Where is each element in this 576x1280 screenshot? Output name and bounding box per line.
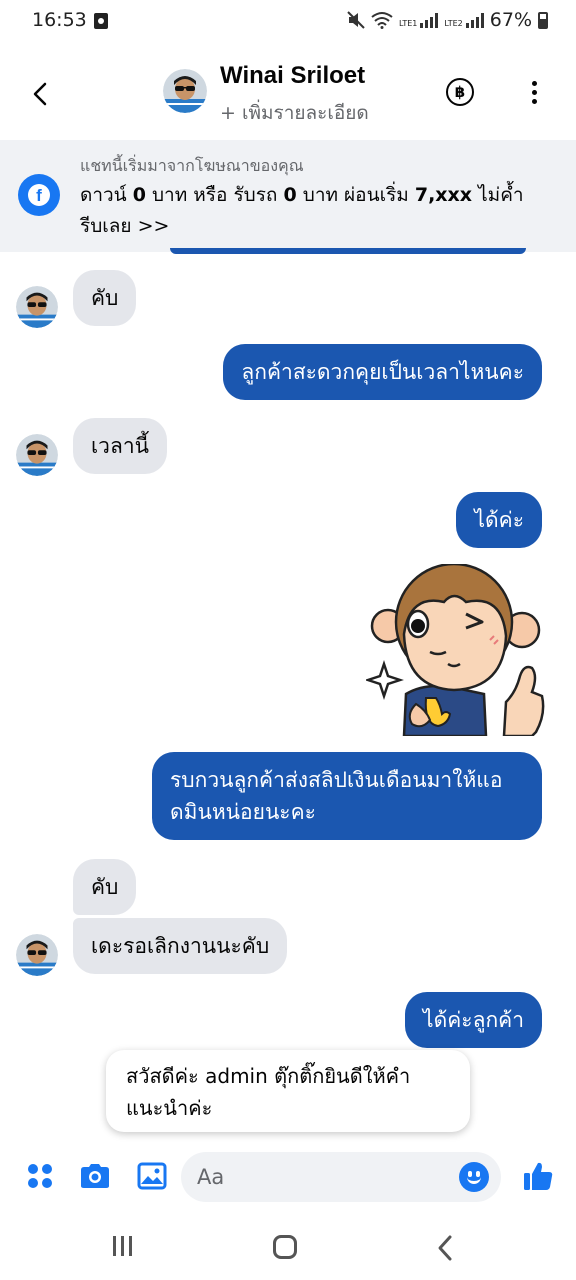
baht-icon[interactable]: ฿ (446, 78, 474, 106)
add-details-link[interactable]: + เพิ่มรายละเอียด (220, 98, 369, 128)
battery-percent: 67% (489, 9, 532, 31)
previous-message-edge (170, 248, 526, 254)
message-input-box[interactable] (181, 1152, 501, 1202)
nav-back-icon[interactable] (436, 1234, 454, 1262)
more-vertical-icon[interactable] (520, 78, 548, 106)
signal-icon (420, 12, 439, 28)
contact-name[interactable]: Winai Sriloet (220, 62, 365, 90)
system-nav-bar (0, 1212, 576, 1280)
gallery-icon[interactable] (136, 1160, 168, 1192)
baht-symbol: ฿ (454, 83, 466, 101)
contact-avatar-small[interactable] (16, 934, 58, 976)
message-bubble-outgoing[interactable]: ได้ค่ะลูกค้า (405, 992, 542, 1048)
emoji-icon[interactable] (459, 1162, 489, 1192)
wifi-icon (371, 12, 393, 29)
home-icon[interactable] (273, 1235, 297, 1259)
status-time: 16:53 (32, 9, 87, 31)
contact-avatar-small[interactable] (16, 434, 58, 476)
monkey-thumbs-up-sticker[interactable] (366, 564, 546, 736)
status-bar: 16:53 LTE1 LTE2 67% (0, 0, 576, 42)
ad-text-bold: 0 (132, 184, 146, 206)
message-bubble-outgoing[interactable]: รบกวนลูกค้าส่งสลิปเงินเดือนมาให้แอดมินหน… (152, 752, 542, 840)
apps-icon[interactable] (24, 1160, 56, 1192)
media-icon (94, 13, 108, 29)
ad-text: ดาวน์ 0 บาท หรือ รับรถ 0 บาท ผ่อนเริ่ม 7… (80, 180, 550, 242)
message-bubble-incoming[interactable]: คับ (73, 270, 137, 326)
contact-avatar[interactable] (163, 69, 207, 113)
facebook-icon: f (18, 174, 60, 216)
mute-icon (347, 11, 365, 29)
ad-text-part: บาท หรือ รับรถ (145, 184, 284, 206)
sim1-label: LTE1 (398, 19, 418, 28)
message-bubble-incoming[interactable]: เดะรอเลิกงานนะคับ (73, 918, 288, 974)
message-bubble-outgoing[interactable]: ได้ค่ะ (456, 492, 542, 548)
message-bubble-incoming[interactable]: คับ (73, 859, 137, 915)
ad-text-bold: 7,xxx (414, 184, 473, 206)
ad-text-part: ดาวน์ (80, 184, 133, 206)
signal-icon (465, 12, 484, 28)
recents-icon[interactable] (113, 1236, 132, 1256)
sim2-indicator: LTE2 (444, 12, 484, 28)
message-input[interactable] (197, 1160, 447, 1194)
battery-icon (538, 11, 548, 29)
camera-icon[interactable] (79, 1160, 111, 1192)
ad-caption: แชทนี้เริ่มมาจากโฆษณาของคุณ (80, 156, 304, 175)
sim2-label: LTE2 (444, 19, 463, 28)
ad-text-part: บาท ผ่อนเริ่ม (296, 184, 415, 206)
contact-avatar-small[interactable] (16, 286, 58, 328)
like-icon[interactable] (522, 1160, 554, 1192)
chat-header: Winai Sriloet + เพิ่มรายละเอียด ฿ (0, 42, 576, 140)
message-bubble-incoming[interactable]: เวลานี้ (73, 418, 167, 474)
ad-origin-banner[interactable]: f แชทนี้เริ่มมาจากโฆษณาของคุณ ดาวน์ 0 บา… (0, 140, 576, 252)
back-button[interactable] (22, 76, 58, 112)
sim1-indicator: LTE1 (398, 12, 439, 28)
message-bubble-outgoing[interactable]: ลูกค้าสะดวกคุยเป็นเวลาไหนคะ (223, 344, 542, 400)
back-arrow-icon (33, 82, 47, 106)
message-composer (0, 1146, 576, 1208)
status-indicators: LTE1 LTE2 67% (347, 9, 548, 31)
quick-reply-suggestion[interactable]: สวัสดีค่ะ admin ตุ๊กติ๊กยินดีให้คำแนะนำค… (106, 1050, 470, 1132)
ad-text-bold: 0 (283, 184, 297, 206)
